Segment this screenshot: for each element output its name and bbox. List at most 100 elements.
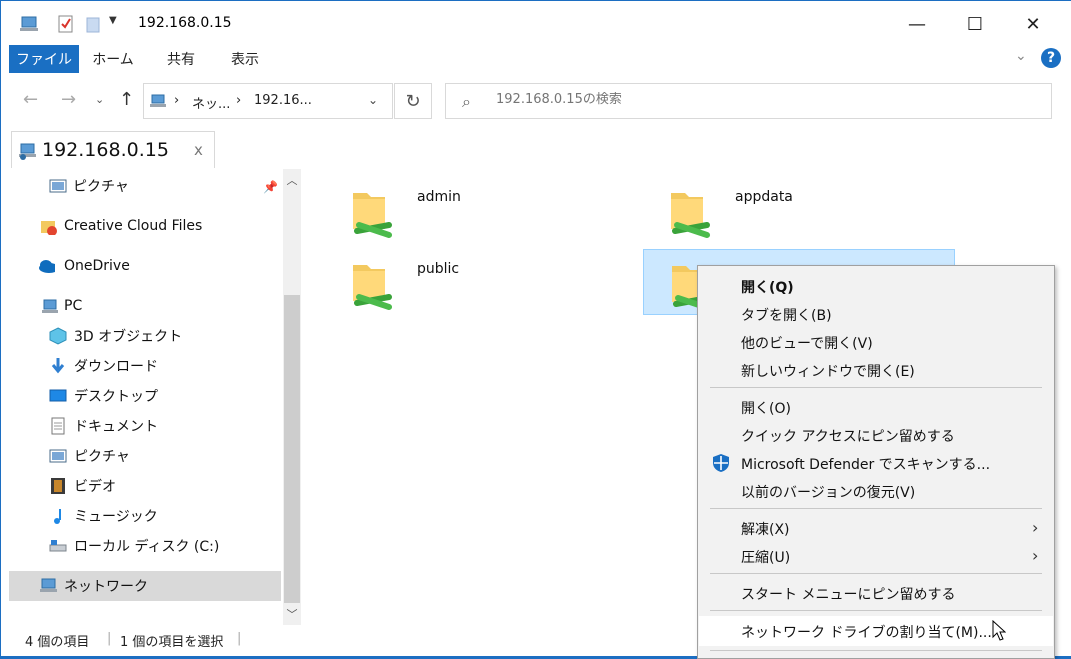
tab-share[interactable]: 共有 bbox=[153, 45, 209, 73]
computer-icon[interactable] bbox=[19, 13, 41, 35]
menu-item-label: タブを開く(B) bbox=[741, 308, 832, 324]
menu-item-extract[interactable]: 解凍(X) › bbox=[699, 514, 1053, 542]
menu-item-restore-versions[interactable]: 以前のバージョンの復元(V) bbox=[699, 477, 1053, 505]
shared-folder-icon bbox=[353, 265, 392, 310]
sidebar-item-label: ピクチャ bbox=[73, 179, 129, 195]
sidebar-item-local-disk[interactable]: ローカル ディスク (C:) bbox=[9, 531, 281, 561]
expand-ribbon-icon[interactable]: ⌄ bbox=[1015, 48, 1027, 64]
navigation-pane: ピクチャ 📌 Creative Cloud Files OneDrive PC … bbox=[9, 169, 301, 621]
sidebar-item-music[interactable]: ミュージック bbox=[9, 501, 281, 531]
sidebar-item-label: ビデオ bbox=[74, 479, 116, 495]
menu-item-label: スタート メニューにピン留めする bbox=[741, 587, 956, 603]
close-tab-icon[interactable]: x bbox=[194, 141, 203, 159]
menu-item-open-o[interactable]: 開く(O) bbox=[699, 393, 1053, 421]
sidebar-item-pc[interactable]: PC bbox=[9, 291, 281, 321]
sidebar-item-label: 3D オブジェクト bbox=[74, 329, 183, 345]
sidebar-item-label: PC bbox=[64, 298, 83, 314]
up-button[interactable]: ↑ bbox=[119, 89, 134, 110]
sidebar-item-downloads[interactable]: ダウンロード bbox=[9, 351, 281, 381]
chevron-right-icon[interactable]: › bbox=[236, 93, 241, 108]
menu-separator bbox=[710, 650, 1042, 651]
shared-folder-icon bbox=[353, 193, 392, 238]
folder-item-admin[interactable]: admin bbox=[325, 177, 637, 243]
title-bar: ▼ 192.168.0.15 — ☐ ✕ bbox=[1, 1, 1071, 47]
sidebar-item-pictures[interactable]: ピクチャ bbox=[9, 441, 281, 471]
menu-item-label: 他のビューで開く(V) bbox=[741, 336, 873, 352]
sidebar-item-label: ピクチャ bbox=[74, 449, 130, 465]
folder-item-appdata[interactable]: appdata bbox=[643, 177, 955, 243]
sidebar-item-network[interactable]: ネットワーク bbox=[9, 571, 281, 601]
sidebar-item-label: ドキュメント bbox=[74, 419, 158, 435]
tab-file[interactable]: ファイル bbox=[9, 45, 79, 73]
search-input[interactable] bbox=[496, 92, 1036, 107]
menu-item-pin-start[interactable]: スタート メニューにピン留めする bbox=[699, 579, 1053, 607]
back-button[interactable]: ← bbox=[23, 89, 38, 110]
sidebar-item-label: Creative Cloud Files bbox=[64, 218, 203, 234]
menu-item-label: 解凍(X) bbox=[741, 522, 790, 538]
menu-item-open-other-view[interactable]: 他のビューで開く(V) bbox=[699, 328, 1053, 356]
pc-icon bbox=[42, 299, 58, 313]
sidebar-item-label: ローカル ディスク (C:) bbox=[74, 539, 220, 555]
sidebar-item-label: ダウンロード bbox=[74, 359, 158, 375]
address-bar[interactable]: › ネッ... › 192.16... ⌄ bbox=[143, 83, 393, 119]
forward-button[interactable]: → bbox=[61, 89, 76, 110]
sidebar-item-desktop[interactable]: デスクトップ bbox=[9, 381, 281, 411]
folder-name: admin bbox=[417, 189, 461, 205]
address-dropdown-icon[interactable]: ⌄ bbox=[368, 93, 378, 107]
window-title: 192.168.0.15 bbox=[138, 15, 232, 31]
menu-item-label: 開く(O) bbox=[741, 401, 791, 417]
scroll-up-icon[interactable]: ︿ bbox=[283, 171, 301, 189]
sidebar-item-documents[interactable]: ドキュメント bbox=[9, 411, 281, 441]
video-icon bbox=[51, 478, 65, 494]
menu-item-open[interactable]: 開く(Q) bbox=[699, 272, 1053, 300]
navigation-bar: ← → ⌄ ↑ › ネッ... › 192.16... ⌄ ↻ ⌕ bbox=[1, 75, 1071, 127]
sidebar-item-onedrive[interactable]: OneDrive bbox=[9, 251, 281, 281]
properties-icon[interactable] bbox=[57, 13, 75, 35]
help-button[interactable]: ? bbox=[1041, 48, 1061, 68]
sidebar-item-3d-objects[interactable]: 3D オブジェクト bbox=[9, 321, 281, 351]
chevron-right-icon: › bbox=[1032, 518, 1039, 537]
network-computer-icon bbox=[19, 143, 36, 160]
chevron-right-icon: › bbox=[1032, 546, 1039, 565]
item-count: 4 個の項目 bbox=[25, 635, 90, 650]
scroll-down-icon[interactable]: ﹀ bbox=[283, 605, 301, 623]
chevron-right-icon[interactable]: › bbox=[174, 93, 179, 108]
breadcrumb-network[interactable]: ネッ... bbox=[192, 93, 230, 112]
onedrive-icon bbox=[39, 260, 55, 273]
selection-count: 1 個の項目を選択 bbox=[120, 635, 224, 650]
menu-item-pin-quick-access[interactable]: クイック アクセスにピン留めする bbox=[699, 421, 1053, 449]
ribbon-tabs: ファイル ホーム 共有 表示 ⌄ ? bbox=[1, 45, 1071, 75]
menu-item-open-new-window[interactable]: 新しいウィンドウで開く(E) bbox=[699, 356, 1053, 384]
menu-item-label: クイック アクセスにピン留めする bbox=[741, 429, 955, 445]
tab-location[interactable]: 192.168.0.15 x bbox=[11, 131, 215, 168]
sidebar-item-label: ネットワーク bbox=[64, 579, 148, 595]
maximize-button[interactable]: ☐ bbox=[946, 1, 1004, 47]
tab-view[interactable]: 表示 bbox=[217, 45, 273, 73]
folder-item-public[interactable]: public bbox=[325, 249, 637, 315]
new-folder-icon[interactable] bbox=[85, 13, 101, 35]
search-box[interactable]: ⌕ bbox=[445, 83, 1052, 119]
sidebar-item-pictures-quick[interactable]: ピクチャ 📌 bbox=[9, 171, 281, 201]
sidebar-item-videos[interactable]: ビデオ bbox=[9, 471, 281, 501]
minimize-button[interactable]: — bbox=[888, 1, 946, 47]
customize-quick-access-icon[interactable]: ▼ bbox=[109, 15, 117, 37]
pin-icon[interactable]: 📌 bbox=[263, 180, 278, 194]
menu-item-defender-scan[interactable]: Microsoft Defender でスキャンする... bbox=[699, 449, 1053, 477]
close-button[interactable]: ✕ bbox=[1004, 1, 1062, 47]
menu-item-open-tab[interactable]: タブを開く(B) bbox=[699, 300, 1053, 328]
shared-folder-icon bbox=[671, 193, 710, 238]
tab-home[interactable]: ホーム bbox=[85, 45, 141, 73]
pictures-icon bbox=[49, 449, 67, 463]
recent-locations-icon[interactable]: ⌄ bbox=[95, 93, 104, 106]
pictures-icon bbox=[49, 179, 67, 193]
refresh-button[interactable]: ↻ bbox=[394, 83, 432, 119]
network-location-icon bbox=[150, 94, 166, 107]
menu-item-compress[interactable]: 圧縮(U) › bbox=[699, 542, 1053, 570]
sidebar-item-creative-cloud[interactable]: Creative Cloud Files bbox=[9, 211, 281, 241]
scrollbar-thumb[interactable] bbox=[284, 295, 300, 603]
local-disk-icon bbox=[49, 540, 67, 552]
sidebar-scrollbar[interactable]: ︿ ﹀ bbox=[283, 169, 301, 625]
sidebar-item-label: デスクトップ bbox=[74, 389, 158, 405]
sidebar-item-label: OneDrive bbox=[64, 258, 130, 274]
breadcrumb-host[interactable]: 192.16... bbox=[254, 93, 312, 108]
